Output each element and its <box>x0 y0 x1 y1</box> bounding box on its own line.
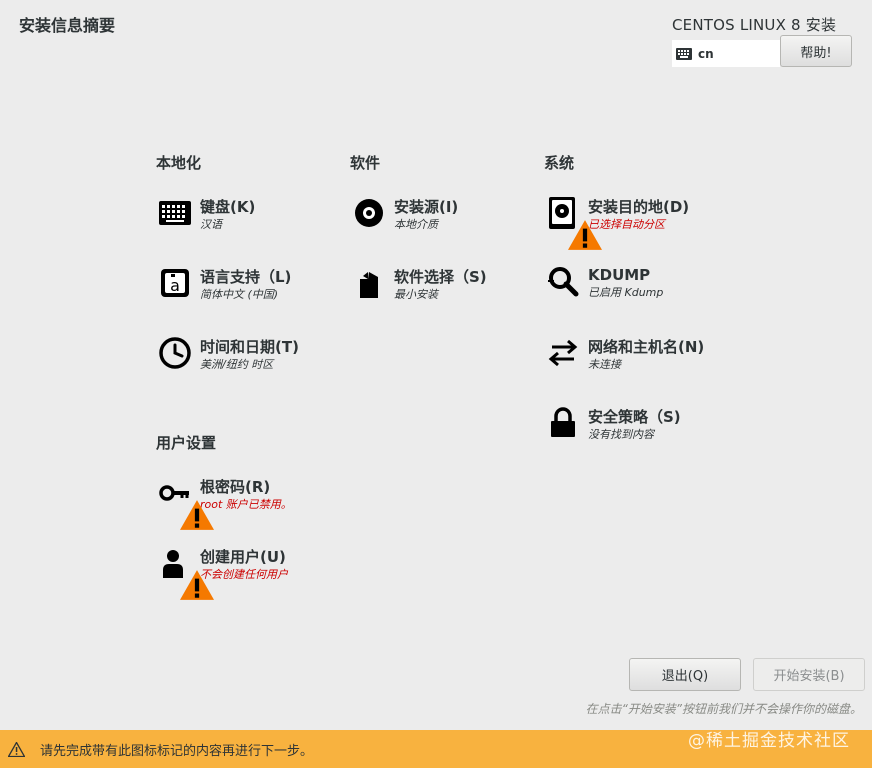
page-title: 安装信息摘要 <box>19 16 116 35</box>
disk-hint-text: 在点击“开始安装”按钮前我们并不会操作你的磁盘。 <box>585 702 862 716</box>
warning-icon <box>8 741 25 757</box>
language-icon: a <box>158 266 192 300</box>
section-title-system: 系统 <box>544 154 575 172</box>
spoke-language-support[interactable]: a 语言支持（L) 简体中文 (中国) <box>158 266 291 303</box>
spoke-kdump-label: KDUMP <box>588 266 651 284</box>
spoke-kdump-status: 已启用 Kdump <box>588 286 664 299</box>
spoke-network-hostname[interactable]: 网络和主机名(N) 未连接 <box>546 336 704 373</box>
spoke-kdump[interactable]: KDUMP 已启用 Kdump <box>546 264 663 301</box>
spoke-language-status: 简体中文 (中国) <box>200 288 279 301</box>
spoke-root-password[interactable]: 根密码(R) root 账户已禁用。 <box>158 476 292 530</box>
spoke-source-status: 本地介质 <box>394 218 438 231</box>
spoke-language-label: 语言支持（L) <box>200 268 292 286</box>
spoke-software-selection[interactable]: 软件选择（S) 最小安装 <box>352 266 487 303</box>
spoke-installation-source[interactable]: 安装源(I) 本地介质 <box>352 196 458 233</box>
keyboard-icon <box>158 196 192 230</box>
spoke-keyboard-status: 汉语 <box>200 218 222 231</box>
spoke-software-selection-label: 软件选择（S) <box>394 268 487 286</box>
spoke-time-date[interactable]: 时间和日期(T) 美洲/纽约 时区 <box>158 336 299 373</box>
spoke-source-label: 安装源(I) <box>394 198 459 216</box>
warning-icon <box>180 568 214 600</box>
section-title-software: 软件 <box>350 154 381 172</box>
spoke-software-selection-status: 最小安装 <box>394 288 438 301</box>
spoke-keyboard[interactable]: 键盘(K) 汉语 <box>158 196 255 233</box>
keyboard-icon <box>676 47 692 60</box>
keyboard-layout-label: cn <box>698 46 714 61</box>
begin-installation-button[interactable]: 开始安装(B) <box>753 658 865 691</box>
watermark: @稀土掘金技术社区 <box>688 731 850 751</box>
spoke-destination-status: 已选择自动分区 <box>588 218 665 231</box>
spoke-security-label: 安全策略（S) <box>588 408 681 426</box>
spoke-time-label: 时间和日期(T) <box>200 338 299 356</box>
spoke-time-status: 美洲/纽约 时区 <box>200 358 274 371</box>
keyboard-layout-indicator[interactable]: cn <box>672 40 780 67</box>
spoke-destination-label: 安装目的地(D) <box>588 198 690 216</box>
lock-icon <box>546 406 580 440</box>
network-arrows-icon <box>546 336 580 370</box>
spoke-create-user-label: 创建用户(U) <box>200 548 286 566</box>
warning-message: 请先完成带有此图标标记的内容再进行下一步。 <box>40 743 314 759</box>
spoke-root-label: 根密码(R) <box>200 478 271 496</box>
spoke-installation-destination[interactable]: 安装目的地(D) 已选择自动分区 <box>546 196 690 250</box>
warning-icon <box>180 498 214 530</box>
spoke-keyboard-label: 键盘(K) <box>200 198 256 216</box>
user-icon <box>158 546 214 600</box>
spoke-create-user[interactable]: 创建用户(U) 不会创建任何用户 <box>158 546 288 600</box>
harddisk-icon <box>546 196 602 250</box>
spoke-security-policy[interactable]: 安全策略（S) 没有找到内容 <box>546 406 681 443</box>
spoke-network-status: 未连接 <box>588 358 621 371</box>
clock-icon <box>158 336 192 370</box>
warning-icon <box>568 218 602 250</box>
quit-button[interactable]: 退出(Q) <box>629 658 741 691</box>
spoke-security-status: 没有找到内容 <box>588 428 654 441</box>
disc-icon <box>352 196 386 230</box>
magnifier-icon <box>546 264 580 298</box>
product-title: CENTOS LINUX 8 安装 <box>672 16 837 34</box>
spoke-network-label: 网络和主机名(N) <box>588 338 705 356</box>
svg-text:a: a <box>170 276 180 295</box>
package-icon <box>352 266 386 300</box>
section-title-user-settings: 用户设置 <box>156 434 217 452</box>
section-title-localization: 本地化 <box>156 154 202 172</box>
help-button[interactable]: 帮助! <box>780 35 852 67</box>
key-icon <box>158 476 214 530</box>
